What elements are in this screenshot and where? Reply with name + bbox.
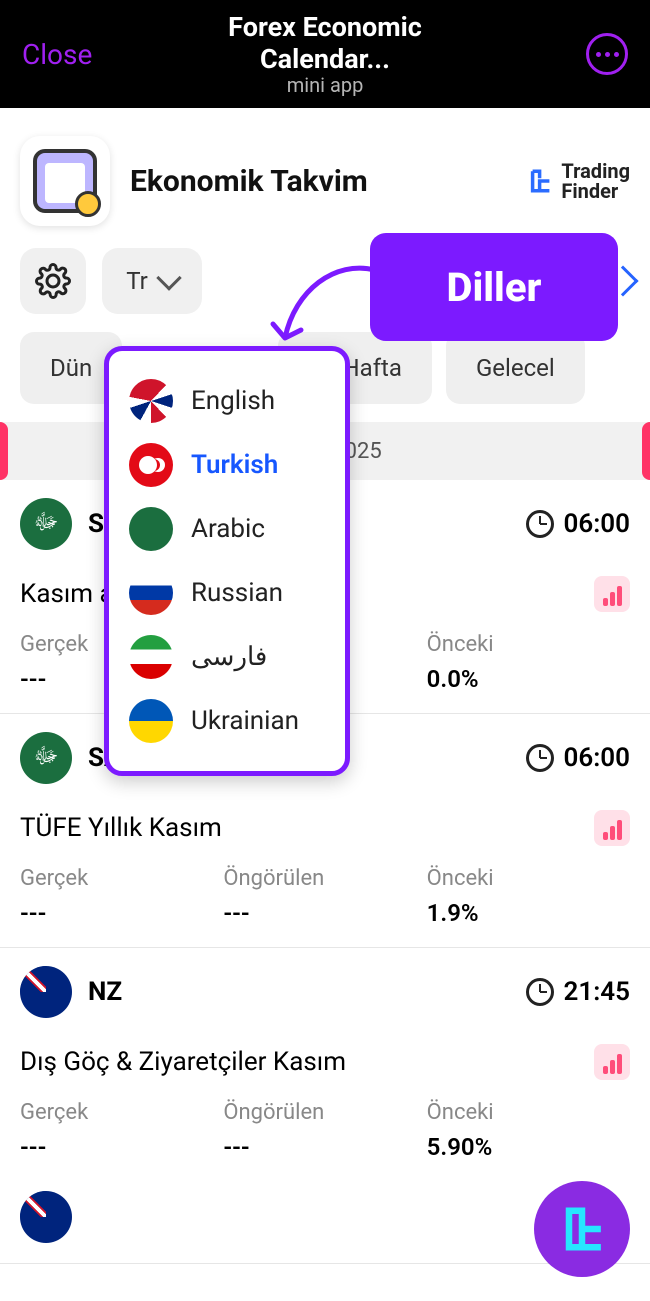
clock-icon	[526, 978, 554, 1006]
forecast-value: ---	[223, 899, 426, 927]
forecast-label: Öngörülen	[223, 866, 426, 891]
previous-label: Önceki	[427, 632, 630, 657]
app-header: Ekonomik Takvim Trading Finder	[0, 108, 650, 248]
brand-glyph-icon	[556, 1203, 608, 1255]
event-title: Dış Göç & Ziyaretçiler Kasım	[20, 1047, 594, 1077]
brand-mark-icon	[527, 167, 555, 195]
event-time: 06:00	[564, 743, 631, 773]
previous-value: 0.0%	[427, 665, 630, 693]
flag-ir-icon	[129, 635, 173, 679]
event-title: TÜFE Yıllık Kasım	[20, 813, 594, 843]
app-logo-icon	[20, 136, 110, 226]
callout-diller: Diller	[370, 233, 618, 341]
lang-label: Turkish	[191, 450, 278, 480]
actual-value: ---	[20, 899, 223, 927]
brand-logo[interactable]: Trading Finder	[527, 161, 630, 201]
lang-option-russian[interactable]: Russian	[121, 561, 333, 625]
brand-line2: Finder	[561, 181, 630, 201]
date-next-handle[interactable]	[642, 422, 650, 480]
lang-label: فارسی	[191, 642, 267, 672]
brand-text: Trading Finder	[561, 161, 630, 201]
forecast-value: ---	[223, 1133, 426, 1161]
event-time: 21:45	[564, 977, 631, 1007]
lang-option-ukrainian[interactable]: Ukrainian	[121, 689, 333, 753]
clock-icon	[526, 510, 554, 538]
lang-option-farsi[interactable]: فارسی	[121, 625, 333, 689]
actual-label: Gerçek	[20, 1100, 223, 1125]
flag-sa-icon	[129, 507, 173, 551]
lang-label: Arabic	[191, 514, 265, 544]
lang-option-english[interactable]: English	[121, 369, 333, 433]
lang-label: English	[191, 386, 275, 416]
app-window-title: Forex Economic Calendar...	[163, 11, 488, 75]
clock-icon	[526, 744, 554, 772]
settings-button[interactable]	[20, 248, 86, 314]
flag-tr-icon	[129, 443, 173, 487]
previous-value: 1.9%	[427, 899, 630, 927]
language-selector[interactable]: Tr	[102, 248, 202, 314]
tab-next[interactable]: Gelecel	[446, 332, 585, 404]
flag-nz-icon	[20, 1191, 72, 1243]
brand-fab-button[interactable]	[534, 1181, 630, 1277]
date-prev-handle[interactable]	[0, 422, 8, 480]
language-popup: English Turkish Arabic Russian فارسی Ukr…	[104, 346, 350, 776]
language-short: Tr	[126, 267, 148, 295]
impact-icon	[594, 1044, 630, 1080]
flag-sa-icon: ﷻ	[20, 498, 72, 550]
previous-value: 5.90%	[427, 1133, 630, 1161]
brand-line1: Trading	[561, 161, 630, 181]
impact-icon	[594, 576, 630, 612]
gear-icon	[35, 263, 71, 299]
event-time: 06:00	[564, 509, 631, 539]
previous-label: Önceki	[427, 1100, 630, 1125]
actual-label: Gerçek	[20, 866, 223, 891]
callout-label: Diller	[447, 264, 542, 311]
event-card[interactable]: NZ 21:45 Dış Göç & Ziyaretçiler Kasım Ge…	[0, 948, 650, 1181]
dot-icon	[614, 52, 619, 57]
dot-icon	[605, 52, 610, 57]
lang-option-arabic[interactable]: Arabic	[121, 497, 333, 561]
country-code: NZ	[88, 977, 122, 1007]
chevron-down-icon	[156, 265, 181, 290]
close-button[interactable]: Close	[22, 38, 92, 71]
flag-uk-icon	[129, 379, 173, 423]
lang-label: Russian	[191, 578, 283, 608]
flag-nz-icon	[20, 966, 72, 1018]
calendar-icon	[33, 149, 97, 213]
actual-value: ---	[20, 1133, 223, 1161]
flag-ru-icon	[129, 571, 173, 615]
lang-option-turkish[interactable]: Turkish	[121, 433, 333, 497]
lang-label: Ukrainian	[191, 706, 299, 736]
flag-sa-icon: ﷻ	[20, 732, 72, 784]
flag-ua-icon	[129, 699, 173, 743]
impact-icon	[594, 810, 630, 846]
titlebar-center: Forex Economic Calendar... mini app	[163, 11, 488, 97]
clock-overlay-icon	[75, 191, 101, 217]
dot-icon	[596, 52, 601, 57]
more-options-button[interactable]	[586, 33, 628, 75]
previous-label: Önceki	[427, 866, 630, 891]
page-title: Ekonomik Takvim	[130, 164, 527, 199]
app-window-subtitle: mini app	[163, 73, 488, 97]
forecast-label: Öngörülen	[223, 1100, 426, 1125]
titlebar: Close Forex Economic Calendar... mini ap…	[0, 0, 650, 108]
